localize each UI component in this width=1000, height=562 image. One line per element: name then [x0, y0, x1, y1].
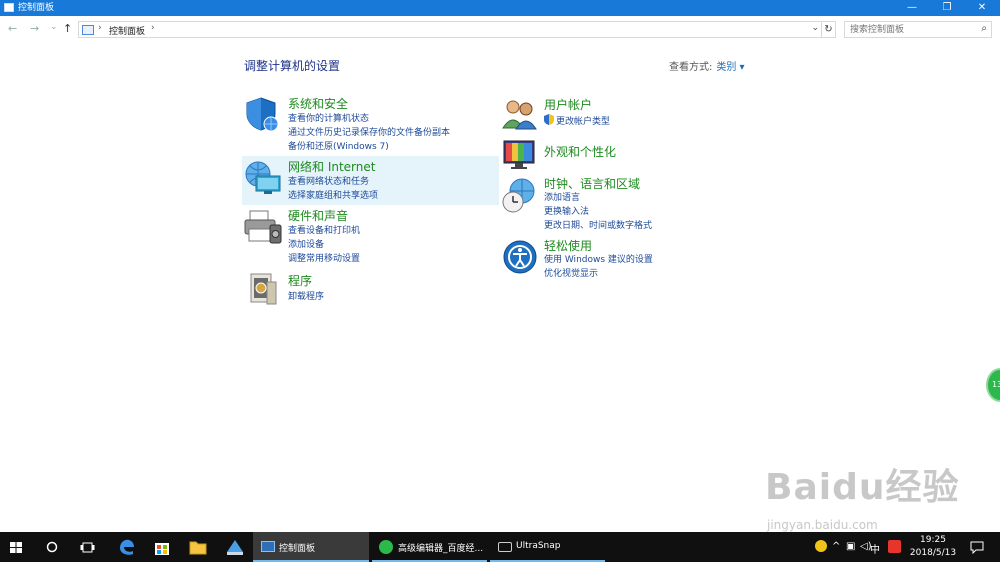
taskbar: 控制面板 高级编辑器_百度经... UltraSnap ^ ▣ ◁) 中 19:…: [0, 532, 1000, 562]
title-bar: 控制面板 — ❐ ✕: [0, 0, 1000, 16]
link-backup-restore[interactable]: 备份和还原(Windows 7): [288, 139, 389, 152]
link-uninstall-program[interactable]: 卸载程序: [288, 289, 324, 302]
uac-shield-icon: [544, 114, 554, 125]
category-appearance: 外观和个性化: [500, 135, 760, 171]
back-arrow-icon[interactable]: ←: [8, 22, 17, 35]
task-view-icon[interactable]: [80, 542, 95, 553]
pinned-app-icon[interactable]: [225, 538, 245, 556]
maximize-button[interactable]: ❐: [931, 0, 963, 16]
control-panel-icon: [4, 3, 14, 12]
address-dropdown-icon[interactable]: ⌄: [811, 23, 819, 33]
windows-start-icon[interactable]: [10, 542, 22, 553]
link-devices-printers[interactable]: 查看设备和打印机: [288, 223, 360, 236]
view-by-label: 查看方式:: [669, 62, 713, 73]
category-title[interactable]: 用户帐户: [544, 96, 592, 113]
link-windows-recommended-settings[interactable]: 使用 Windows 建议的设置: [544, 252, 653, 265]
minimize-button[interactable]: —: [896, 0, 928, 16]
sogou-ime-icon[interactable]: [888, 540, 901, 553]
category-clock-language-region: 时钟、语言和区域 添加语言 更换输入法 更改日期、时间或数字格式: [500, 173, 760, 233]
programs-icon[interactable]: [248, 272, 278, 306]
category-title[interactable]: 硬件和声音: [288, 207, 348, 224]
category-programs: 程序 卸载程序: [242, 270, 499, 306]
link-optimize-visual-display[interactable]: 优化视觉显示: [544, 266, 598, 279]
category-title[interactable]: 外观和个性化: [544, 143, 616, 160]
control-panel-icon: [261, 541, 275, 552]
category-ease-of-access: 轻松使用 使用 Windows 建议的设置 优化视觉显示: [500, 236, 760, 282]
appearance-monitor-icon[interactable]: [502, 137, 538, 171]
refresh-button[interactable]: ↻: [822, 21, 836, 38]
link-change-input-method[interactable]: 更换输入法: [544, 204, 589, 217]
action-center-icon[interactable]: [970, 541, 984, 554]
view-by-dropdown[interactable]: 类别 ▾: [716, 62, 744, 73]
category-title[interactable]: 程序: [288, 272, 312, 289]
category-title[interactable]: 系统和安全: [288, 95, 348, 112]
browser-icon: [379, 540, 393, 554]
category-system-security: 系统和安全 查看你的计算机状态 通过文件历史记录保存你的文件备份副本 备份和还原…: [242, 92, 499, 152]
page-title: 调整计算机的设置: [244, 59, 341, 73]
taskbar-clock[interactable]: 19:25 2018/5/13: [905, 534, 961, 560]
category-hardware-sound: 硬件和声音 查看设备和打印机 添加设备 调整常用移动设置: [242, 205, 499, 265]
link-view-computer-status[interactable]: 查看你的计算机状态: [288, 111, 369, 124]
file-explorer-icon[interactable]: [189, 539, 207, 555]
link-date-time-format[interactable]: 更改日期、时间或数字格式: [544, 218, 652, 231]
shield-icon[interactable]: [244, 96, 280, 132]
category-network-internet[interactable]: 网络和 Internet 查看网络状态和任务 选择家庭组和共享选项: [242, 156, 499, 205]
clock-globe-icon[interactable]: [502, 177, 538, 213]
watermark-url: jingyan.baidu.com: [767, 518, 878, 532]
category-user-accounts: 用户帐户 更改帐户类型: [500, 94, 760, 130]
ime-indicator[interactable]: 中: [870, 541, 880, 556]
address-field[interactable]: › 控制面板 › ⌄: [78, 21, 822, 38]
category-title[interactable]: 网络和 Internet: [288, 158, 375, 175]
show-hidden-icons-icon[interactable]: ^: [832, 541, 840, 552]
watermark-logo: Baidu经验: [765, 467, 960, 508]
control-panel-icon: [82, 25, 94, 35]
view-by: 查看方式: 类别 ▾: [669, 58, 745, 73]
users-icon[interactable]: [502, 98, 538, 130]
link-add-language[interactable]: 添加语言: [544, 190, 580, 203]
taskbar-app-editor[interactable]: 高级编辑器_百度经...: [372, 532, 487, 562]
tray-app-icon[interactable]: [815, 540, 827, 552]
network-tray-icon[interactable]: ▣: [846, 541, 855, 552]
search-icon[interactable]: ⌕: [981, 23, 987, 34]
clock-date: 2018/5/13: [909, 548, 957, 558]
watermark: Baidu经验 jingyan.baidu.com: [765, 458, 960, 532]
clock-time: 19:25: [920, 535, 946, 545]
taskbar-app-control-panel[interactable]: 控制面板: [253, 532, 369, 562]
link-file-history[interactable]: 通过文件历史记录保存你的文件备份副本: [288, 125, 450, 138]
ease-of-access-icon[interactable]: [502, 239, 538, 275]
taskbar-app-label: 高级编辑器_百度经...: [398, 544, 484, 554]
taskbar-app-label: UltraSnap: [516, 541, 561, 551]
taskbar-app-ultrasnap[interactable]: UltraSnap: [490, 532, 605, 562]
window-title: 控制面板: [18, 3, 55, 13]
breadcrumb-control-panel[interactable]: 控制面板: [109, 24, 145, 37]
link-homegroup-sharing[interactable]: 选择家庭组和共享选项: [288, 188, 378, 201]
floating-badge-button[interactable]: 13: [986, 368, 1000, 402]
breadcrumb-chevron-icon[interactable]: ›: [151, 23, 155, 33]
link-network-status[interactable]: 查看网络状态和任务: [288, 174, 369, 187]
printer-icon[interactable]: [244, 209, 282, 245]
breadcrumb-separator: ›: [98, 23, 102, 33]
link-change-account-type[interactable]: 更改帐户类型: [556, 114, 610, 127]
close-button[interactable]: ✕: [966, 0, 998, 16]
forward-arrow-icon[interactable]: →: [30, 22, 39, 35]
recent-locations-icon[interactable]: ⌄: [50, 22, 58, 32]
store-icon[interactable]: [153, 538, 171, 556]
cortana-search-icon[interactable]: [46, 541, 58, 553]
ultrasnap-icon: [498, 542, 512, 552]
search-input[interactable]: [845, 22, 965, 37]
link-add-device[interactable]: 添加设备: [288, 237, 324, 250]
taskbar-app-label: 控制面板: [279, 544, 316, 554]
address-bar: ← → ⌄ ↑ › 控制面板 › ⌄ ↻ ⌕: [0, 16, 1000, 42]
search-box[interactable]: ⌕: [844, 21, 992, 38]
up-arrow-icon[interactable]: ↑: [63, 22, 72, 35]
edge-browser-icon[interactable]: [118, 538, 136, 556]
network-globe-icon[interactable]: [244, 160, 282, 196]
link-mobility-settings[interactable]: 调整常用移动设置: [288, 251, 360, 264]
